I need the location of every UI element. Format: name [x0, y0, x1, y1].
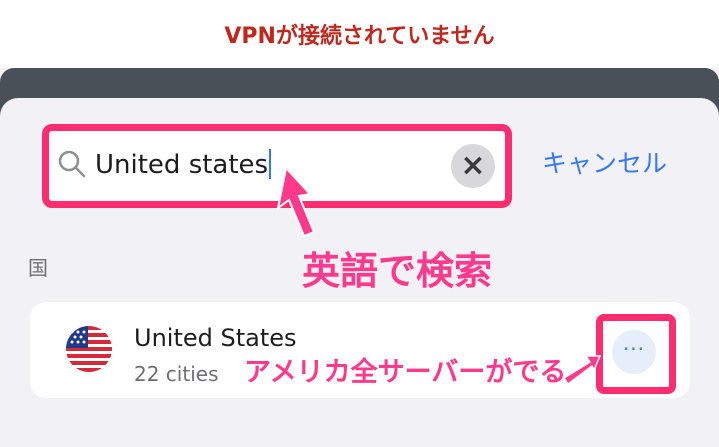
country-name: United States	[134, 324, 297, 352]
annotation-search-note: 英語で検索	[302, 249, 493, 293]
search-input[interactable]: United states	[95, 149, 272, 180]
vpn-status-text: VPNが接続されていません	[224, 24, 495, 49]
city-count: 22 cities	[134, 362, 219, 386]
cancel-button[interactable]: キャンセル	[542, 144, 667, 180]
annotation-servers-note: アメリカ全サーバーがでる	[244, 357, 567, 388]
clear-icon[interactable]: ×	[451, 144, 495, 188]
annotation-arrow-right-icon	[562, 355, 602, 386]
section-label-country: 国	[28, 256, 48, 280]
us-flag-icon	[66, 326, 112, 372]
vpn-status-banner: VPNが接続されていません	[0, 0, 719, 68]
search-icon	[58, 150, 86, 178]
annotation-arrow-icon	[276, 168, 316, 238]
more-options-icon[interactable]: ···	[612, 330, 656, 374]
